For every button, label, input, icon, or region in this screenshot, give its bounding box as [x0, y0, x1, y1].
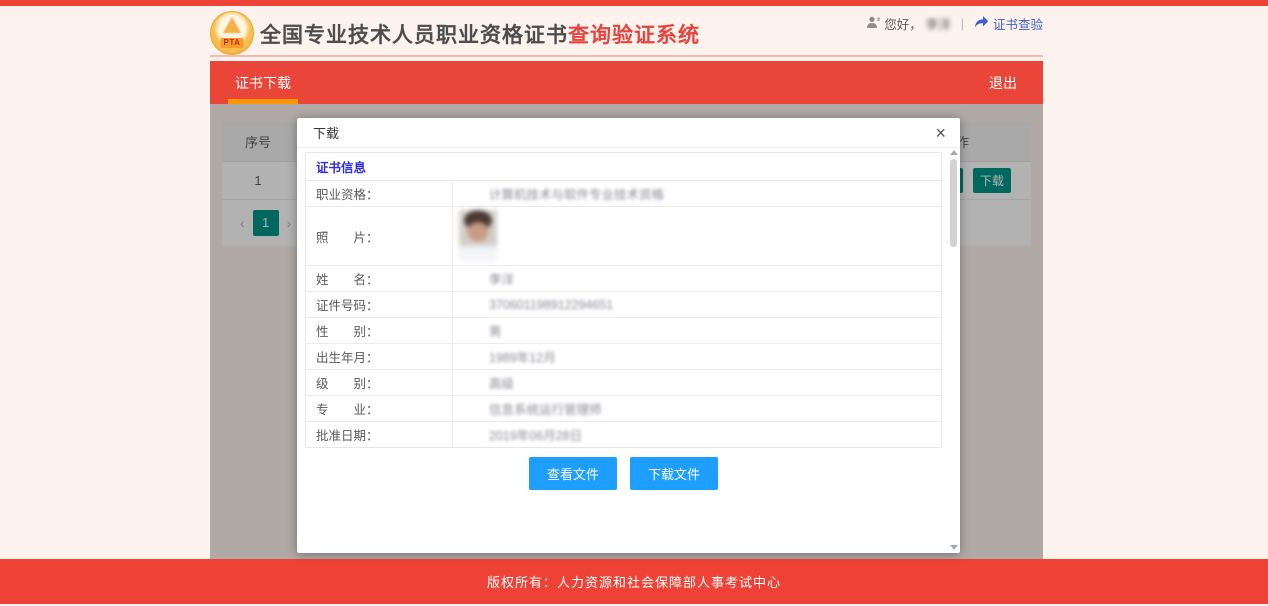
field-value: 1989年12月: [453, 344, 941, 369]
scroll-down-icon[interactable]: [950, 545, 958, 550]
field-row-approval-date: 批准日期： 2019年06月28日: [306, 422, 941, 447]
view-file-button[interactable]: 查看文件: [529, 457, 617, 490]
field-label: 出生年月：: [306, 344, 453, 369]
field-value: [453, 207, 941, 265]
field-row-photo: 照 片：: [306, 207, 941, 266]
field-label: 级 别：: [306, 370, 453, 395]
footer: 版权所有：人力资源和社会保障部人事考试中心: [0, 559, 1268, 604]
greeting-text: 您好，: [884, 14, 922, 33]
separator: |: [961, 17, 964, 31]
portrait-photo: [459, 210, 497, 262]
download-file-button[interactable]: 下载文件: [630, 457, 718, 490]
field-row-id-number: 证件号码： 370601198912294651: [306, 292, 941, 318]
field-row-birth: 出生年月： 1989年12月: [306, 344, 941, 370]
field-row-gender: 性 别： 男: [306, 318, 941, 344]
field-value: 370601198912294651: [453, 292, 941, 317]
logo-flame-icon: [223, 17, 241, 33]
logo-pta-text: PTA: [221, 38, 244, 48]
modal-title: 下载: [313, 123, 339, 142]
field-label: 批准日期：: [306, 422, 453, 447]
field-value: 信息系统运行管理师: [453, 396, 941, 421]
download-modal: 下载 × 证书信息 职业资格： 计算机技术与软件专业技术资格 照 片： 姓 名：…: [297, 118, 960, 553]
site-header: PTA 全国专业技术人员职业资格证书查询验证系统 您好， 李洋 | 证书查验: [210, 6, 1043, 57]
logout-button[interactable]: 退出: [963, 61, 1043, 104]
field-label: 专 业：: [306, 396, 453, 421]
field-value: 2019年06月28日: [453, 422, 941, 447]
field-value: 男: [453, 318, 941, 343]
certificate-info-box: 证书信息 职业资格： 计算机技术与软件专业技术资格 照 片： 姓 名： 李洋 证…: [305, 152, 942, 448]
field-value: 计算机技术与软件专业技术资格: [453, 181, 941, 206]
page-title-accent: 查询验证系统: [568, 24, 700, 47]
user-name: 李洋: [926, 14, 951, 33]
field-row-specialty: 专 业： 信息系统运行管理师: [306, 396, 941, 422]
field-label: 职业资格：: [306, 181, 453, 206]
main-nav: 证书下载 退出: [210, 61, 1043, 104]
scrollbar-thumb[interactable]: [950, 159, 957, 247]
field-label: 证件号码：: [306, 292, 453, 317]
field-row-level: 级 别： 高级: [306, 370, 941, 396]
field-row-qualification: 职业资格： 计算机技术与软件专业技术资格: [306, 181, 941, 207]
copyright-text: 版权所有：人力资源和社会保障部人事考试中心: [487, 572, 781, 591]
tab-label: 证书下载: [235, 73, 291, 93]
scroll-up-icon[interactable]: [950, 150, 958, 155]
field-value: 李洋: [453, 266, 941, 291]
field-label: 性 别：: [306, 318, 453, 343]
site-logo: PTA: [210, 11, 254, 55]
close-icon[interactable]: ×: [931, 122, 950, 144]
page-title: 全国专业技术人员职业资格证书查询验证系统: [260, 19, 700, 49]
field-label: 照 片：: [306, 207, 453, 265]
share-arrow-icon: [974, 15, 989, 32]
page-title-main: 全国专业技术人员职业资格证书: [260, 24, 568, 47]
modal-body: 证书信息 职业资格： 计算机技术与软件专业技术资格 照 片： 姓 名： 李洋 证…: [297, 148, 960, 490]
tab-certificate-download[interactable]: 证书下载: [228, 61, 298, 104]
certificate-verify-link[interactable]: 证书查验: [993, 14, 1043, 33]
field-value: 高级: [453, 370, 941, 395]
field-row-name: 姓 名： 李洋: [306, 266, 941, 292]
user-info: 您好， 李洋 | 证书查验: [866, 14, 1043, 33]
field-label: 姓 名：: [306, 266, 453, 291]
modal-scrollbar[interactable]: [949, 150, 958, 550]
logo-circle: PTA: [210, 11, 254, 55]
modal-header: 下载: [297, 118, 960, 148]
certificate-info-title: 证书信息: [306, 153, 941, 181]
modal-buttons: 查看文件 下载文件: [305, 457, 942, 490]
user-icon: [866, 16, 880, 32]
